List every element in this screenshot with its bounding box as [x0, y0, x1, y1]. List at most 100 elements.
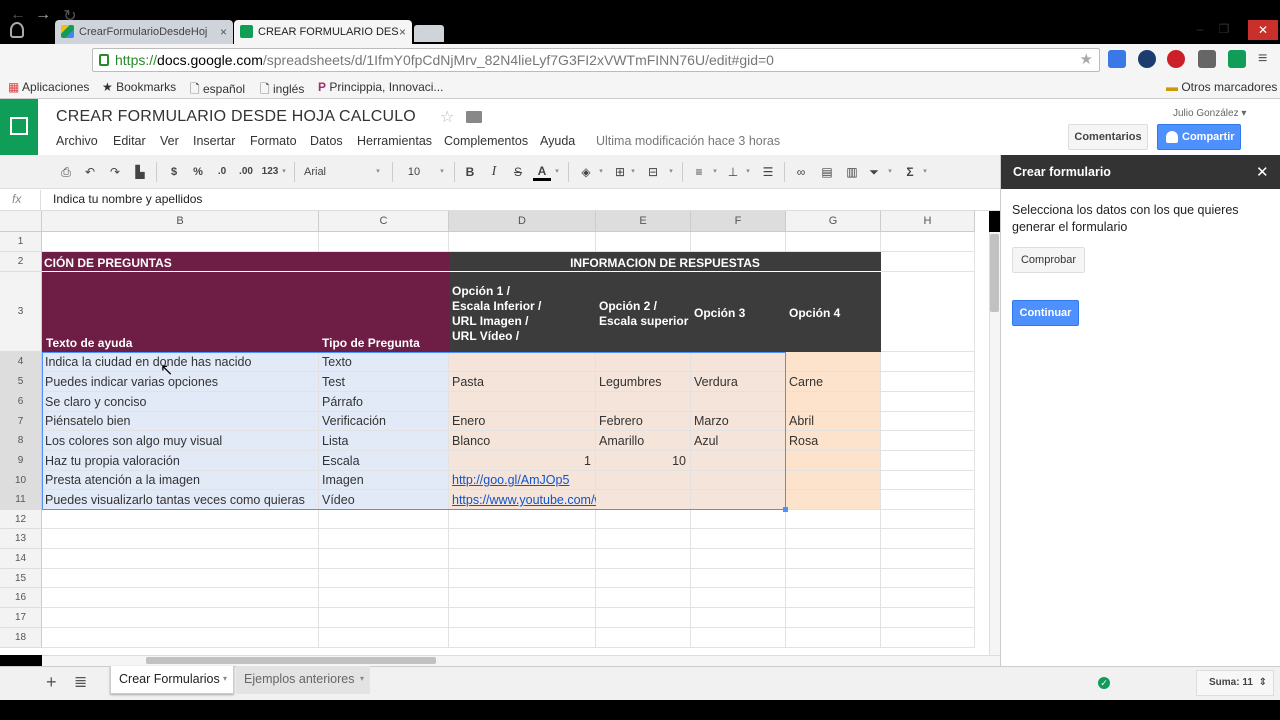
empty-cell[interactable]	[881, 431, 975, 451]
bold-button[interactable]: B	[462, 163, 478, 181]
row-header[interactable]: 4	[0, 352, 42, 372]
chart-icon[interactable]: ▥	[843, 163, 861, 181]
add-sheet-icon[interactable]: +	[46, 672, 57, 693]
profile-icon[interactable]	[10, 22, 24, 38]
close-window-icon[interactable]: ✕	[1248, 20, 1278, 40]
empty-cell[interactable]	[786, 569, 881, 588]
empty-cell[interactable]	[319, 588, 449, 608]
row-header[interactable]: 3	[0, 272, 42, 352]
column-header[interactable]: C	[319, 211, 449, 232]
continue-button[interactable]: Continuar	[1012, 300, 1079, 326]
empty-cell[interactable]	[786, 232, 881, 252]
empty-cell[interactable]	[449, 510, 596, 529]
document-title[interactable]: CREAR FORMULARIO DESDE HOJA CALCULO	[56, 108, 416, 126]
empty-cell[interactable]	[881, 272, 975, 352]
empty-cell[interactable]	[691, 628, 786, 648]
row-header[interactable]: 12	[0, 510, 42, 529]
empty-cell[interactable]	[881, 372, 975, 392]
empty-cell[interactable]	[596, 588, 691, 608]
menu-7[interactable]: Complementos	[444, 134, 528, 148]
empty-cell[interactable]	[786, 608, 881, 628]
row-header[interactable]: 10	[0, 471, 42, 490]
bookmark-espanol[interactable]: 🗋 español	[190, 80, 245, 101]
empty-cell[interactable]	[881, 392, 975, 412]
selection-handle[interactable]	[783, 507, 788, 512]
cell-G[interactable]: Carne	[786, 372, 881, 392]
extension-tool-icon[interactable]	[1198, 50, 1216, 68]
bookmark-bookmarks[interactable]: ★ Bookmarks	[102, 80, 176, 94]
empty-cell[interactable]	[881, 252, 975, 272]
empty-cell[interactable]	[786, 529, 881, 549]
column-header[interactable]: D	[449, 211, 596, 232]
cell-G[interactable]	[786, 451, 881, 471]
row-header[interactable]: 16	[0, 588, 42, 608]
empty-cell[interactable]	[691, 529, 786, 549]
row-header[interactable]: 9	[0, 451, 42, 471]
empty-cell[interactable]	[42, 529, 319, 549]
empty-cell[interactable]	[691, 608, 786, 628]
vertical-align-icon[interactable]: ⊥	[725, 163, 741, 181]
row-header[interactable]: 8	[0, 431, 42, 451]
redo-icon[interactable]: ↷	[107, 163, 123, 181]
pinterest-icon[interactable]	[1167, 50, 1185, 68]
functions-button[interactable]: Σ	[902, 163, 918, 181]
empty-cell[interactable]	[449, 628, 596, 648]
column-header[interactable]: G	[786, 211, 881, 232]
empty-cell[interactable]	[596, 510, 691, 529]
row-header[interactable]: 2	[0, 252, 42, 272]
folder-icon[interactable]	[466, 111, 482, 123]
horizontal-scroll-thumb[interactable]	[146, 657, 436, 664]
menu-6[interactable]: Herramientas	[357, 134, 432, 148]
row-header[interactable]: 6	[0, 392, 42, 412]
empty-cell[interactable]	[319, 608, 449, 628]
empty-cell[interactable]	[691, 549, 786, 569]
bookmark-princippia[interactable]: P Princippia, Innovaci...	[318, 80, 443, 94]
filter-icon[interactable]: ⏷	[866, 163, 882, 181]
sheet-tab[interactable]: Ejemplos anteriores ▾	[236, 666, 370, 694]
chevron-down-icon[interactable]: ▾	[360, 666, 364, 692]
empty-cell[interactable]	[691, 569, 786, 588]
cell-G[interactable]	[786, 392, 881, 412]
sheet-tab-active[interactable]: Crear Formularios ▾	[110, 666, 234, 694]
empty-cell[interactable]	[42, 510, 319, 529]
merge-cells-icon[interactable]: ⊟	[644, 163, 662, 181]
cell-G[interactable]: Rosa	[786, 431, 881, 451]
empty-cell[interactable]	[881, 352, 975, 372]
last-modified[interactable]: Ultima modificación hace 3 horas	[596, 134, 780, 148]
empty-cell[interactable]	[42, 549, 319, 569]
empty-cell[interactable]	[449, 529, 596, 549]
empty-cell[interactable]	[42, 628, 319, 648]
empty-cell[interactable]	[691, 232, 786, 252]
empty-cell[interactable]	[691, 588, 786, 608]
other-bookmarks[interactable]: ▬ Otros marcadores	[1166, 80, 1277, 94]
menu-1[interactable]: Editar	[113, 134, 146, 148]
close-tab-icon[interactable]: ×	[220, 20, 227, 44]
close-tab-icon[interactable]: ×	[399, 20, 406, 44]
share-button[interactable]: Compartir	[1157, 124, 1241, 150]
empty-cell[interactable]	[449, 232, 596, 252]
cell-G[interactable]	[786, 352, 881, 372]
row-header[interactable]: 5	[0, 372, 42, 392]
strikethrough-button[interactable]: S	[510, 163, 526, 181]
italic-button[interactable]: I	[486, 163, 502, 181]
row-header[interactable]: 7	[0, 412, 42, 431]
bookmark-star-icon[interactable]: ★	[1080, 49, 1093, 71]
cell-G[interactable]	[786, 490, 881, 510]
empty-cell[interactable]	[786, 549, 881, 569]
print-icon[interactable]: ⎙	[58, 163, 74, 181]
empty-cell[interactable]	[881, 529, 975, 549]
sum-indicator[interactable]: Suma: 11 ⇕	[1196, 670, 1274, 696]
address-bar[interactable]: https://docs.google.com/spreadsheets/d/1…	[92, 48, 1100, 72]
close-icon[interactable]: ✕	[1256, 163, 1269, 181]
more-formats-button[interactable]: 123	[259, 163, 281, 181]
browser-tab-2[interactable]: CREAR FORMULARIO DES ×	[234, 20, 412, 44]
link-icon[interactable]: ∞	[792, 163, 810, 181]
empty-cell[interactable]	[596, 608, 691, 628]
all-sheets-icon[interactable]: ≣	[74, 672, 87, 692]
empty-cell[interactable]	[596, 232, 691, 252]
empty-cell[interactable]	[449, 608, 596, 628]
empty-cell[interactable]	[596, 529, 691, 549]
menu-4[interactable]: Formato	[250, 134, 297, 148]
empty-cell[interactable]	[319, 510, 449, 529]
chevron-down-icon[interactable]: ▾	[223, 666, 227, 692]
